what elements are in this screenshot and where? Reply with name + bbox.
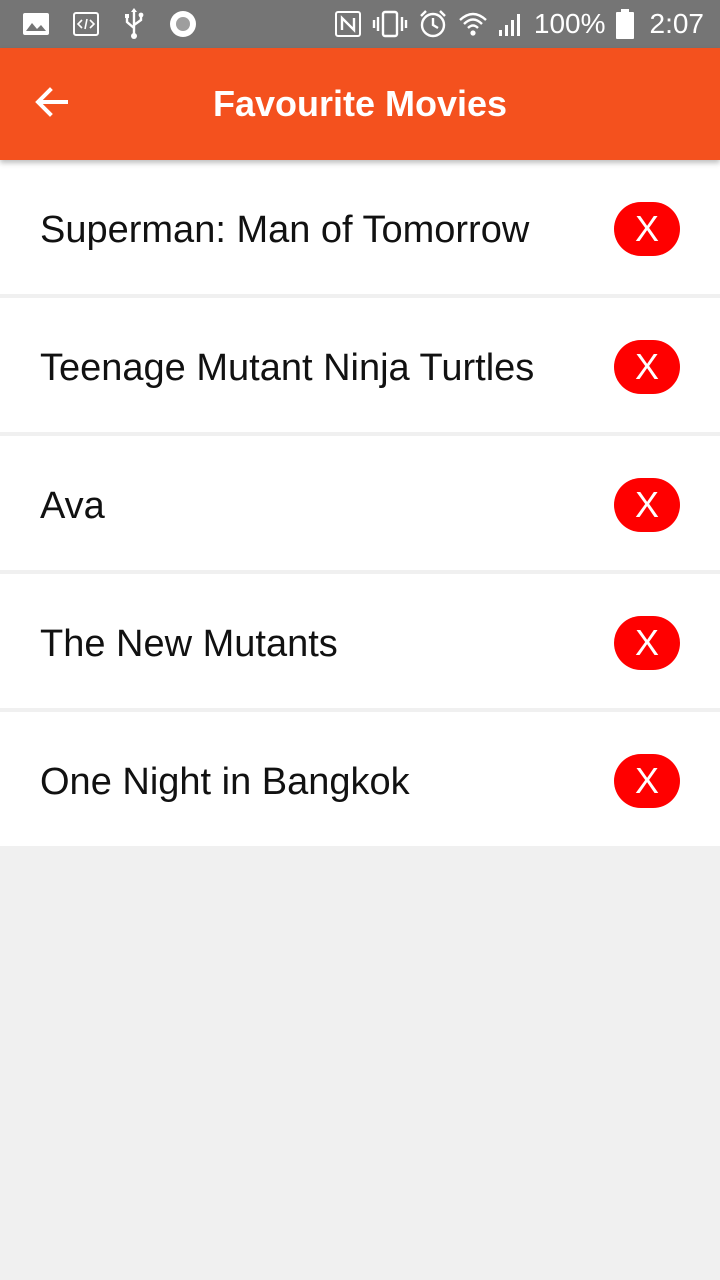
signal-icon [498, 10, 524, 38]
movie-title: Teenage Mutant Ninja Turtles [40, 347, 535, 389]
status-right-icons: 100% 2:07 [334, 8, 704, 40]
alarm-icon [418, 9, 448, 39]
remove-movie-button[interactable]: X [614, 616, 680, 670]
image-icon [22, 10, 50, 38]
movie-list: Superman: Man of Tomorrow X Teenage Muta… [0, 160, 720, 850]
arrow-back-icon [34, 84, 70, 125]
app-bar: Favourite Movies [0, 48, 720, 160]
remove-movie-button[interactable]: X [614, 340, 680, 394]
remove-movie-button[interactable]: X [614, 202, 680, 256]
movie-title: The New Mutants [40, 623, 338, 665]
status-bar: 100% 2:07 [0, 0, 720, 48]
nfc-icon [334, 10, 362, 38]
list-item: Ava X [0, 436, 720, 570]
back-button[interactable] [20, 72, 84, 136]
wifi-icon [458, 10, 488, 38]
status-left-icons [22, 8, 198, 40]
movie-title: Ava [40, 485, 105, 527]
movie-title: One Night in Bangkok [40, 761, 410, 803]
battery-percentage: 100% [533, 8, 606, 39]
list-item: Teenage Mutant Ninja Turtles X [0, 298, 720, 432]
list-item: Superman: Man of Tomorrow X [0, 160, 720, 294]
usb-icon [122, 8, 146, 40]
remove-movie-button[interactable]: X [614, 478, 680, 532]
clock: 2:07 [649, 8, 705, 39]
movie-title: Superman: Man of Tomorrow [40, 209, 530, 251]
remove-movie-button[interactable]: X [614, 754, 680, 808]
page-title: Favourite Movies [212, 83, 508, 124]
code-icon [72, 10, 100, 38]
battery-icon [615, 9, 634, 39]
circle-icon [168, 9, 198, 39]
list-item: One Night in Bangkok X [0, 712, 720, 846]
list-item: The New Mutants X [0, 574, 720, 708]
vibrate-icon [372, 10, 408, 38]
